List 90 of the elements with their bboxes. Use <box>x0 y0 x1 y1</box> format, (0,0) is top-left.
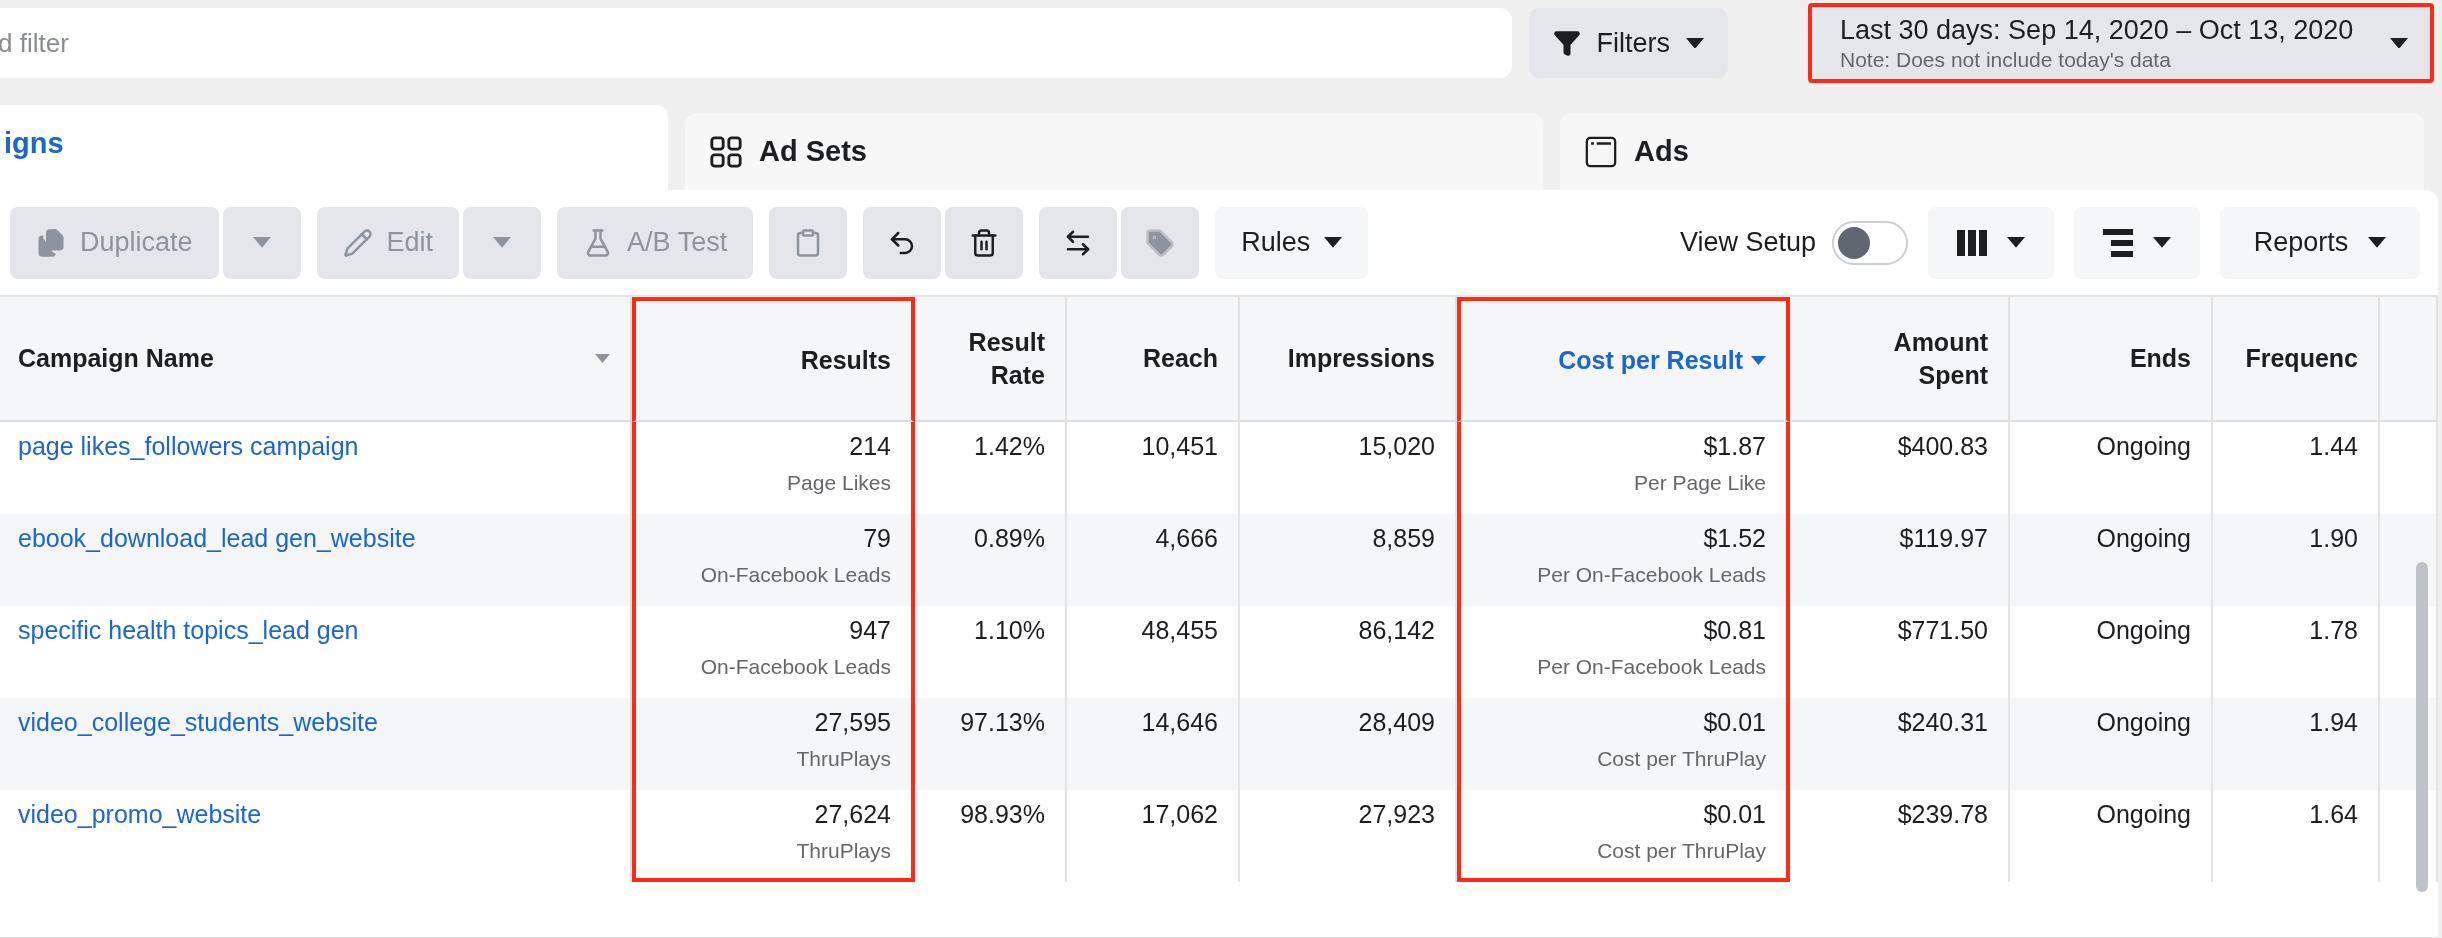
breakdown-icon <box>2103 228 2133 257</box>
campaign-link[interactable]: page likes_followers campaign <box>18 432 359 461</box>
table-cell: Ongoing <box>2096 432 2191 461</box>
table-cell: 1.42% <box>974 432 1045 461</box>
campaign-link[interactable]: specific health topics_lead gen <box>18 616 359 645</box>
delete-button[interactable] <box>945 206 1024 279</box>
table-cell: 947 <box>849 616 891 645</box>
table-cell: 1.44 <box>2309 432 2358 461</box>
documents-icon <box>36 227 66 258</box>
funnel-icon <box>1552 29 1581 57</box>
table-cell: $400.83 <box>1897 432 1988 461</box>
table-cell: 98.93% <box>960 800 1045 829</box>
table-cell: 48,455 <box>1141 616 1218 645</box>
table-cell: $240.31 <box>1897 708 1988 737</box>
table-cell: 1.78 <box>2309 616 2358 645</box>
campaign-link[interactable]: video_college_students_website <box>18 708 378 737</box>
table-cell: Ongoing <box>2096 708 2191 737</box>
tab[interactable]: igns <box>0 105 668 190</box>
table-cell: 79 <box>863 524 891 553</box>
table-cell: 0.89% <box>974 524 1045 553</box>
table-cell: 28,409 <box>1358 708 1435 737</box>
caret-icon <box>2153 237 2171 248</box>
cell-sublabel: ThruPlays <box>796 839 891 863</box>
table-cell: $0.81 <box>1703 616 1766 645</box>
grid-icon <box>709 134 743 169</box>
table-cell: 1.94 <box>2309 708 2358 737</box>
campaign-link[interactable]: ebook_download_lead gen_website <box>18 524 416 553</box>
tag-icon <box>1145 227 1176 258</box>
table-cell: $771.50 <box>1897 616 1988 645</box>
columns-icon <box>1957 229 1987 256</box>
date-range-label: Last 30 days: Sep 14, 2020 – Oct 13, 2020 <box>1840 14 2354 46</box>
table-cell: 86,142 <box>1358 616 1435 645</box>
caret-icon <box>252 237 271 248</box>
caret-icon <box>1324 237 1343 248</box>
table-cell: 97.13% <box>960 708 1045 737</box>
table-cell: $0.01 <box>1703 800 1766 829</box>
tab[interactable]: Ads <box>1560 113 2424 190</box>
table-cell: 1.90 <box>2309 524 2358 553</box>
filters-button[interactable]: Filters <box>1528 8 1728 78</box>
caret-icon <box>493 237 512 248</box>
rules-button[interactable]: Rules <box>1215 206 1369 279</box>
table-cell: 214 <box>849 432 891 461</box>
date-range-button[interactable]: Last 30 days: Sep 14, 2020 – Oct 13, 2020 Note: Does not include today's data <box>1808 3 2434 83</box>
table-cell: 14,646 <box>1141 708 1218 737</box>
cell-sublabel: Page Likes <box>787 471 891 495</box>
caret-icon <box>2390 37 2408 49</box>
campaign-link[interactable]: video_promo_website <box>18 800 262 829</box>
cell-sublabel: ThruPlays <box>796 747 891 771</box>
caret-icon <box>2007 237 2025 248</box>
table-cell: $0.01 <box>1703 708 1766 737</box>
table-cell: $1.52 <box>1703 524 1766 553</box>
date-range-note: Note: Does not include today's data <box>1840 47 2171 72</box>
table-cell: 10,451 <box>1141 432 1218 461</box>
reports-button[interactable]: Reports <box>2220 206 2420 279</box>
window-icon <box>1584 134 1618 169</box>
table-cell: Ongoing <box>2096 800 2191 829</box>
swap-button[interactable] <box>1039 206 1118 279</box>
table-cell: $1.87 <box>1703 432 1766 461</box>
table-cell: 15,020 <box>1358 432 1435 461</box>
table-cell: Ongoing <box>2096 616 2191 645</box>
cell-sublabel: Per Page Like <box>1634 471 1766 495</box>
cell-sublabel: Cost per ThruPlay <box>1597 747 1766 771</box>
cell-sublabel: On-Facebook Leads <box>700 563 891 587</box>
cell-sublabel: Cost per ThruPlay <box>1597 839 1766 863</box>
cell-sublabel: Per On-Facebook Leads <box>1537 563 1766 587</box>
columns-button[interactable] <box>1928 206 2054 279</box>
table-cell: 27,923 <box>1358 800 1435 829</box>
table-cell: 27,595 <box>814 708 891 737</box>
tab[interactable]: Ad Sets <box>685 113 1543 190</box>
breakdown-button[interactable] <box>2074 206 2200 279</box>
table-cell: Ongoing <box>2096 524 2191 553</box>
view-setup-switch[interactable] <box>1832 220 1908 265</box>
table-cell: 1.10% <box>974 616 1045 645</box>
table-row[interactable]: video_college_students_website 27,595 ThruPlays 97.13% 14,646 28,409 $0.01 Cost per ThruPlay $240.31 Ongoing 1.94 <box>0 698 2438 790</box>
view-setup-label: View Setup <box>1679 227 1816 258</box>
caret-icon <box>1686 37 1704 49</box>
table-cell: $239.78 <box>1897 800 1988 829</box>
table-cell: 27,624 <box>814 800 891 829</box>
table-cell: 17,062 <box>1141 800 1218 829</box>
table-row[interactable]: ebook_download_lead gen_website 79 On-Facebook Leads 0.89% 4,666 8,859 $1.52 Per On-Facebook Leads $119.97 Ongoing 1.90 <box>0 514 2438 606</box>
cell-sublabel: Per On-Facebook Leads <box>1537 655 1766 679</box>
table-cell: $119.97 <box>1899 524 1988 553</box>
undo-button[interactable] <box>863 206 942 279</box>
table-cell: 1.64 <box>2309 800 2358 829</box>
cell-sublabel: On-Facebook Leads <box>700 655 891 679</box>
scrollbar-thumb[interactable] <box>2416 562 2428 892</box>
caret-icon <box>2368 237 2387 248</box>
table-cell: 8,859 <box>1372 524 1435 553</box>
table-cell: 4,666 <box>1155 524 1218 553</box>
pencil-icon <box>342 227 373 258</box>
